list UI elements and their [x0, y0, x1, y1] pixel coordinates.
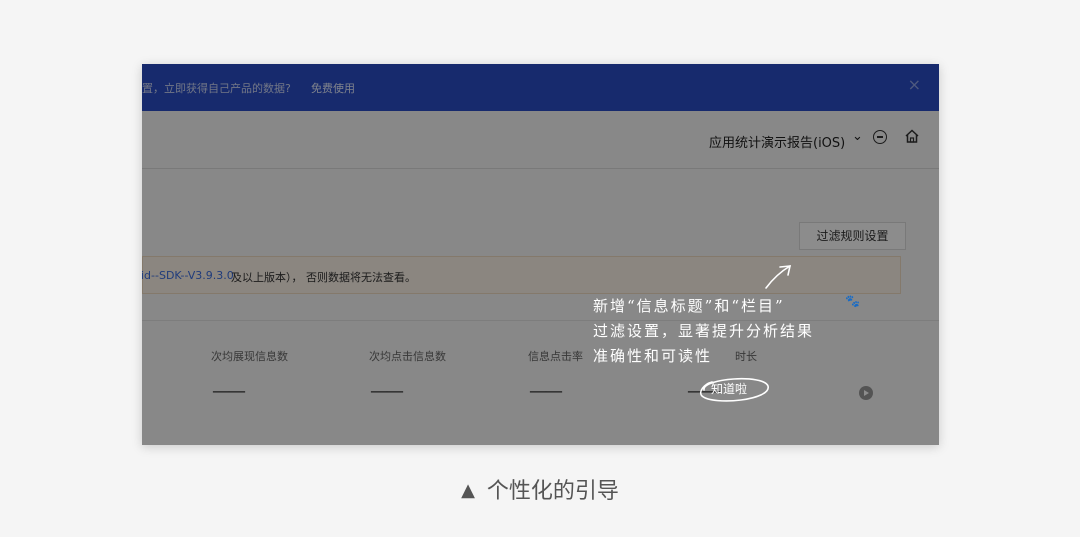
paw-icon: 🐾 — [845, 294, 860, 308]
guide-overlay[interactable] — [142, 64, 939, 445]
pointer-arrow-icon — [765, 265, 792, 289]
tip-line: 新增“信息标题”和“栏目” — [593, 297, 785, 315]
tip-line: 过滤设置，显著提升分析结果 — [593, 322, 815, 340]
got-it-label[interactable]: 知道啦 — [711, 380, 747, 397]
triangle-up-icon: ▲ — [461, 480, 475, 501]
caption-text: 个性化的引导 — [486, 479, 619, 504]
figure-caption: ▲ 个性化的引导 — [0, 473, 1080, 505]
tip-line: 准确性和可读性 — [593, 347, 713, 365]
app-screenshot: 置，立即获得自己产品的数据? 免费使用 × 应用统计演示报告(iOS) ⌄ 过滤… — [142, 64, 939, 445]
guide-tip: 新增“信息标题”和“栏目” 过滤设置，显著提升分析结果 准确性和可读性 — [593, 294, 868, 369]
